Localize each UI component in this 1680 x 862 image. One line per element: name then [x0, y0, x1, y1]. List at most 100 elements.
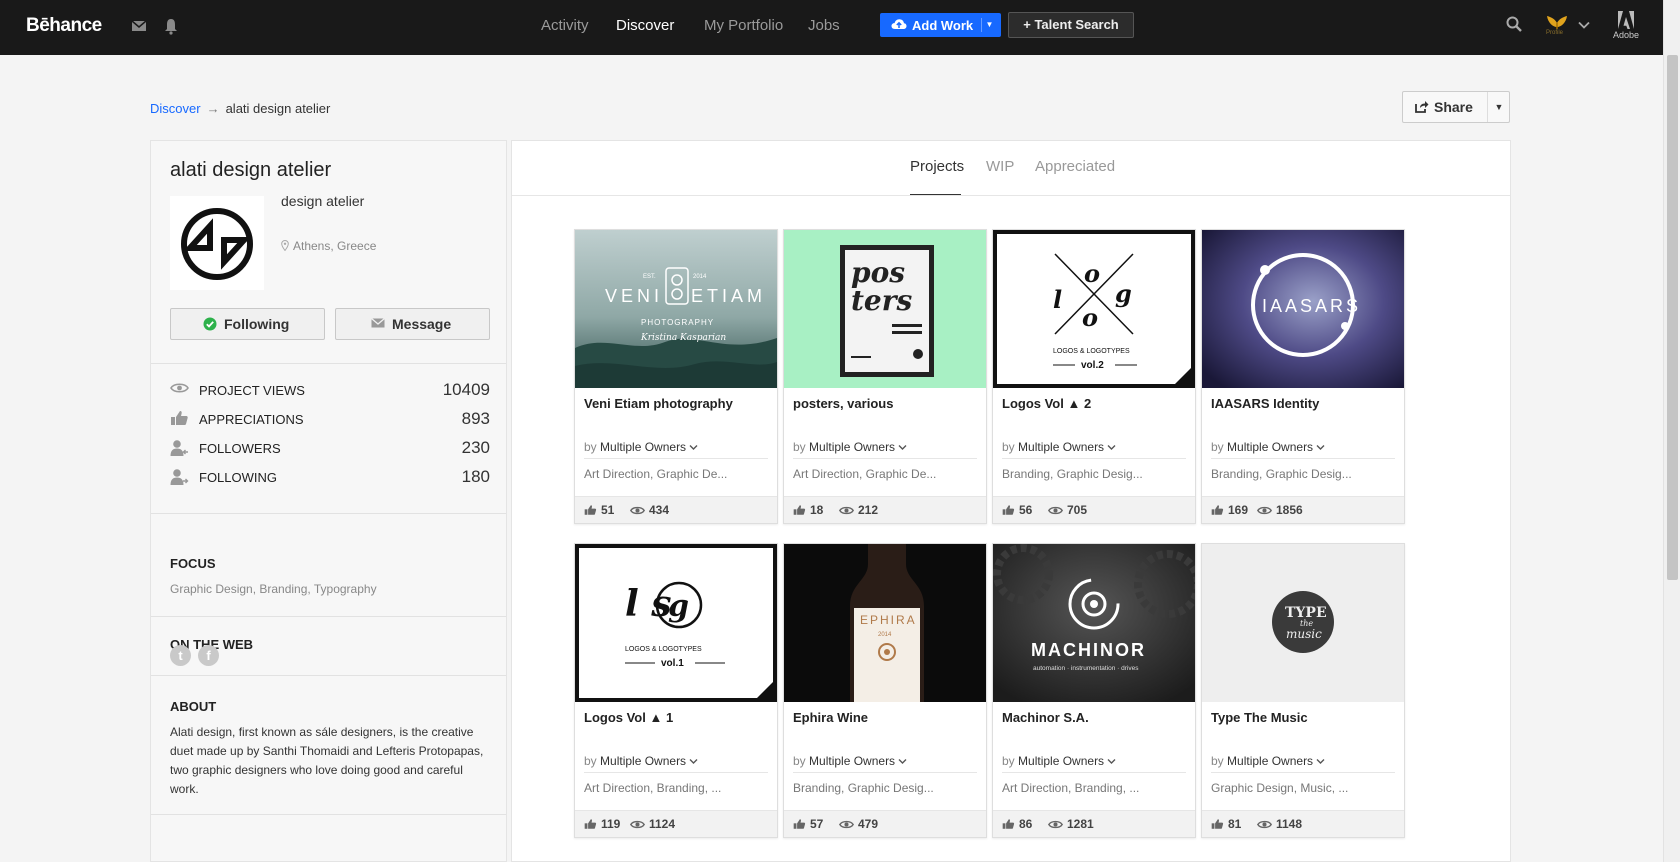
project-fields[interactable]: Graphic Design, Music, ... [1211, 781, 1348, 795]
project-owners[interactable]: by Multiple Owners [1002, 440, 1116, 454]
facebook-icon[interactable]: f [198, 645, 219, 666]
project-card[interactable]: IAASARS IAASARS Identity by Multiple Own… [1201, 229, 1405, 524]
eye-icon [629, 506, 646, 515]
appreciation-count: 56 [1002, 503, 1032, 517]
breadcrumb: Discover → alati design atelier [150, 101, 330, 116]
card-divider [793, 772, 977, 773]
view-count: 212 [838, 503, 879, 517]
tab-wip[interactable]: WIP [986, 158, 1014, 175]
project-cover[interactable]: TYPE the music [1202, 544, 1404, 702]
breadcrumb-discover-link[interactable]: Discover [150, 101, 201, 116]
project-stats: 119 1124 [575, 810, 777, 837]
notification-bell-icon[interactable] [162, 17, 180, 35]
project-cover-image: MACHINOR automation · instrumentation · … [993, 544, 1195, 702]
project-stats: 51 434 [575, 496, 777, 523]
projects-panel: Projects WIP Appreciated EST. 2014 VENI … [511, 140, 1511, 862]
add-work-button[interactable]: Add Work ▼ [880, 13, 1001, 37]
message-button[interactable]: Message [335, 308, 490, 340]
project-title[interactable]: Machinor S.A. [1002, 710, 1089, 725]
project-card[interactable]: pos ters posters, various by Multiple Ow… [783, 229, 987, 524]
owners-label: Multiple Owners [1018, 754, 1105, 768]
project-title[interactable]: Logos Vol ▲ 1 [584, 710, 673, 725]
cover-text: LOGOS & LOGOTYPES [625, 646, 702, 653]
search-icon[interactable] [1505, 15, 1523, 33]
appreciation-value: 86 [1019, 817, 1033, 831]
page-scrollbar[interactable] [1663, 0, 1680, 862]
project-card[interactable]: MACHINOR automation · instrumentation · … [992, 543, 1196, 838]
project-title[interactable]: Veni Etiam photography [584, 396, 733, 411]
project-cover[interactable]: o l g o LOGOS & LOGOTYPES vol.2 [993, 230, 1195, 388]
project-fields[interactable]: Art Direction, Graphic De... [793, 467, 936, 481]
cover-text: EST. [643, 274, 656, 280]
view-value: 705 [1067, 503, 1088, 517]
cover-text: music [1286, 627, 1322, 641]
project-owners[interactable]: by Multiple Owners [793, 440, 907, 454]
project-fields[interactable]: Art Direction, Graphic De... [584, 467, 727, 481]
owner-location: Athens, Greece [281, 239, 376, 253]
focus-list[interactable]: Graphic Design, Branding, Typography [170, 582, 377, 596]
add-work-dropdown-icon[interactable]: ▼ [981, 18, 997, 32]
appreciation-count: 81 [1211, 817, 1241, 831]
share-dropdown-icon[interactable]: ▼ [1487, 92, 1510, 122]
behance-logo[interactable]: Bēhance [26, 15, 102, 37]
tab-projects[interactable]: Projects [910, 158, 964, 175]
nav-jobs[interactable]: Jobs [808, 17, 840, 34]
project-cover[interactable]: IAASARS [1202, 230, 1404, 388]
project-card[interactable]: EST. 2014 VENI ETIAM PHOTOGRAPHY Kristin… [574, 229, 778, 524]
cover-text: g [668, 589, 689, 624]
project-title[interactable]: Ephira Wine [793, 710, 868, 725]
project-card[interactable]: o l g o LOGOS & LOGOTYPES vol.2 Logos Vo… [992, 229, 1196, 524]
scrollbar-thumb[interactable] [1667, 55, 1678, 580]
project-fields[interactable]: Art Direction, Branding, ... [584, 781, 721, 795]
view-count: 1856 [1256, 503, 1303, 517]
add-work-label: Add Work [912, 18, 974, 33]
owner-logo[interactable] [170, 196, 264, 290]
project-owners[interactable]: by Multiple Owners [584, 440, 698, 454]
mail-icon[interactable] [130, 17, 148, 35]
project-owners[interactable]: by Multiple Owners [1002, 754, 1116, 768]
project-cover[interactable]: MACHINOR automation · instrumentation · … [993, 544, 1195, 702]
project-owners[interactable]: by Multiple Owners [1211, 754, 1325, 768]
project-title[interactable]: Logos Vol ▲ 2 [1002, 396, 1091, 411]
project-owners[interactable]: by Multiple Owners [793, 754, 907, 768]
project-cover[interactable]: l s g LOGOS & LOGOTYPES vol.1 [575, 544, 777, 702]
project-title[interactable]: Type The Music [1211, 710, 1308, 725]
following-button[interactable]: Following [170, 308, 325, 340]
project-owners[interactable]: by Multiple Owners [584, 754, 698, 768]
card-divider [793, 458, 977, 459]
project-fields[interactable]: Branding, Graphic Desig... [1211, 467, 1352, 481]
share-button[interactable]: Share ▼ [1402, 91, 1510, 123]
share-icon [1415, 101, 1429, 113]
project-cover[interactable]: EPHIRA 2014 [784, 544, 986, 702]
tumblr-icon[interactable]: t [170, 645, 191, 666]
project-fields[interactable]: Art Direction, Branding, ... [1002, 781, 1139, 795]
project-cover[interactable]: EST. 2014 VENI ETIAM PHOTOGRAPHY Kristin… [575, 230, 777, 388]
appreciation-count: 86 [1002, 817, 1032, 831]
tab-appreciated[interactable]: Appreciated [1035, 158, 1115, 175]
thumbs-up-icon [1211, 819, 1224, 829]
project-card[interactable]: TYPE the music Type The Music by Multipl… [1201, 543, 1405, 838]
chevron-down-icon[interactable] [1578, 19, 1590, 31]
project-fields[interactable]: Branding, Graphic Desig... [1002, 467, 1143, 481]
owners-by: by [1211, 754, 1224, 768]
talent-search-button[interactable]: + Talent Search [1008, 12, 1134, 38]
project-owners[interactable]: by Multiple Owners [1211, 440, 1325, 454]
avatar-label: Profile [1546, 30, 1564, 36]
nav-my-portfolio[interactable]: My Portfolio [704, 17, 783, 34]
cover-text: EPHIRA [860, 613, 917, 627]
owners-by: by [1002, 440, 1015, 454]
project-card[interactable]: l s g LOGOS & LOGOTYPES vol.1 Logos Vol … [574, 543, 778, 838]
project-fields[interactable]: Branding, Graphic Desig... [793, 781, 934, 795]
project-title[interactable]: posters, various [793, 396, 893, 411]
nav-discover[interactable]: Discover [616, 17, 674, 34]
project-card[interactable]: EPHIRA 2014 Ephira Wine by Multiple Owne… [783, 543, 987, 838]
project-cover[interactable]: pos ters [784, 230, 986, 388]
view-value: 212 [858, 503, 879, 517]
appreciation-value: 81 [1228, 817, 1242, 831]
adobe-logo-icon[interactable] [1614, 11, 1638, 29]
cover-text: 2014 [878, 632, 892, 638]
project-title[interactable]: IAASARS Identity [1211, 396, 1319, 411]
user-avatar-icon[interactable] [1545, 13, 1569, 31]
nav-activity[interactable]: Activity [541, 17, 589, 34]
cover-text: vol.2 [1081, 360, 1104, 371]
